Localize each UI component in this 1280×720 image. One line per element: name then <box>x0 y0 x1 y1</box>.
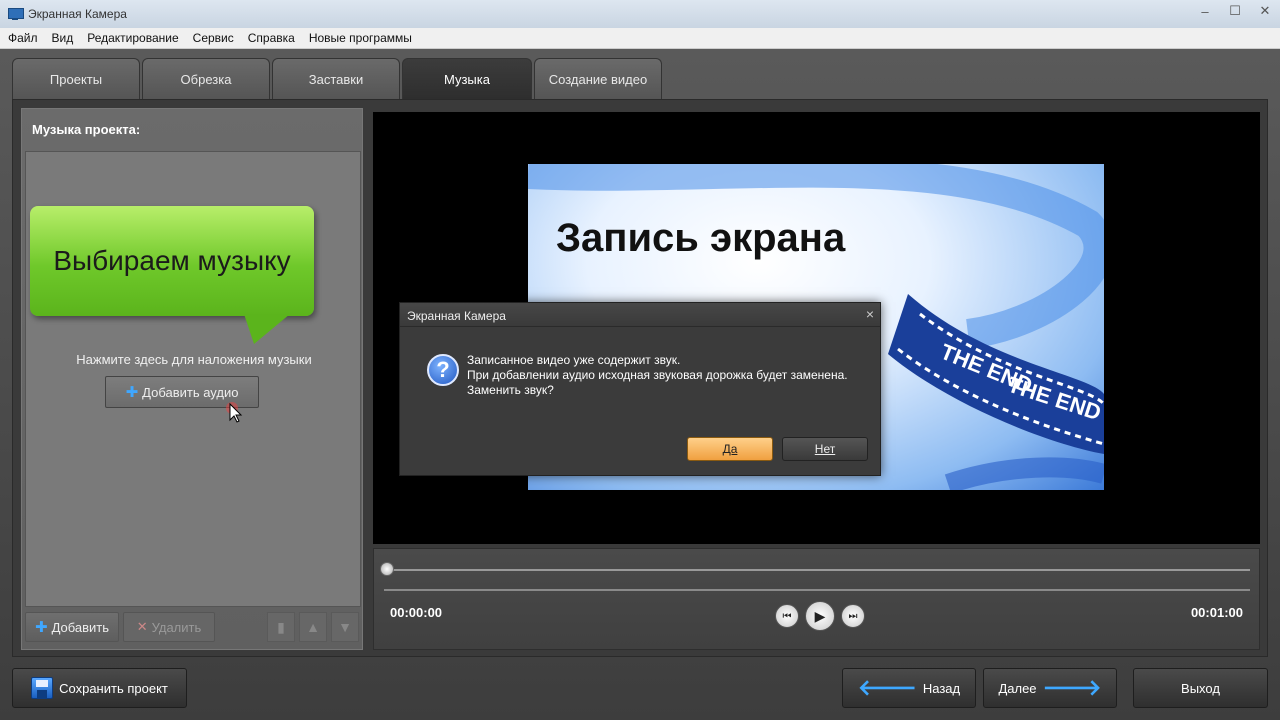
music-panel-heading: Музыка проекта: <box>32 122 141 137</box>
skip-back-icon[interactable]: ⏮ <box>775 604 799 628</box>
dialog-message-line: При добавлении аудио исходная звуковая д… <box>467 368 848 382</box>
move-down-icon[interactable]: ▼ <box>331 612 359 642</box>
dialog-message: Записанное видео уже содержит звук. При … <box>467 353 848 398</box>
seek-track[interactable] <box>384 569 1250 571</box>
player-controls: ⏮ ▶ ⏭ <box>772 601 868 631</box>
window-title: Экранная Камера <box>28 7 127 21</box>
question-icon: ? <box>427 354 459 386</box>
add-button[interactable]: ✚ Добавить <box>25 612 119 642</box>
progress-track <box>384 589 1250 591</box>
music-panel: Музыка проекта: Выбираем музыку Нажмите … <box>21 108 363 650</box>
tab-create-video[interactable]: Создание видео <box>534 58 662 99</box>
hint-bubble: Выбираем музыку <box>30 206 314 316</box>
delete-button-label: Удалить <box>151 619 202 635</box>
app-icon <box>8 8 24 20</box>
plus-icon: ✚ <box>34 619 48 636</box>
next-label: Далее <box>998 680 1037 696</box>
dialog-message-line: Заменить звук? <box>467 383 554 397</box>
bookmark-icon[interactable]: ▮ <box>267 612 295 642</box>
video-title: Запись экрана <box>556 216 846 260</box>
player-timeline: 00:00:00 ⏮ ▶ ⏭ 00:01:00 <box>373 548 1260 650</box>
menu-service[interactable]: Сервис <box>193 31 234 45</box>
replace-sound-dialog: Экранная Камера × ? Записанное видео уже… <box>399 302 881 476</box>
save-project-label: Сохранить проект <box>59 680 168 696</box>
play-icon[interactable]: ▶ <box>805 601 835 631</box>
menu-bar: Файл Вид Редактирование Сервис Справка Н… <box>0 28 1280 49</box>
menu-new-programs[interactable]: Новые программы <box>309 31 412 45</box>
bubble-text: Выбираем музыку <box>53 245 291 276</box>
bubble-tail <box>244 314 290 344</box>
tab-intros[interactable]: Заставки <box>272 58 400 99</box>
total-time: 00:01:00 <box>1190 605 1243 620</box>
music-hint-text: Нажмите здесь для наложения музыки <box>76 352 312 367</box>
menu-file[interactable]: Файл <box>8 31 38 45</box>
dialog-message-line: Записанное видео уже содержит звук. <box>467 353 681 367</box>
skip-forward-icon[interactable]: ⏭ <box>841 604 865 628</box>
tab-music[interactable]: Музыка <box>402 58 532 99</box>
save-project-button[interactable]: Сохранить проект <box>12 668 187 708</box>
back-button[interactable]: 🡐 Назад <box>842 668 976 708</box>
floppy-disk-icon <box>31 677 54 699</box>
no-button[interactable]: Нет <box>782 437 868 461</box>
back-label: Назад <box>922 680 961 696</box>
menu-help[interactable]: Справка <box>248 31 295 45</box>
window-titlebar: Экранная Камера – ☐ ✕ <box>0 0 1280 28</box>
delete-x-icon: ✕ <box>136 619 148 634</box>
music-list[interactable]: Выбираем музыку Нажмите здесь для наложе… <box>25 151 361 607</box>
tab-trim[interactable]: Обрезка <box>142 58 270 99</box>
arrow-left-icon: 🡐 <box>857 675 917 700</box>
yes-button[interactable]: Да <box>687 437 773 461</box>
music-panel-toolbar: ✚ Добавить ✕ Удалить ▮ ▲ ▼ <box>25 612 361 646</box>
exit-button[interactable]: Выход <box>1133 668 1268 708</box>
dialog-titlebar: Экранная Камера × <box>400 303 880 327</box>
maximize-button[interactable]: ☐ <box>1220 0 1250 22</box>
delete-button[interactable]: ✕ Удалить <box>123 612 215 642</box>
menu-view[interactable]: Вид <box>52 31 74 45</box>
close-window-button[interactable]: ✕ <box>1250 0 1280 22</box>
dialog-close-icon[interactable]: × <box>866 306 874 322</box>
mouse-cursor-icon <box>226 402 243 423</box>
dialog-title: Экранная Камера <box>407 309 506 323</box>
seek-slider-knob[interactable] <box>380 562 394 576</box>
minimize-button[interactable]: – <box>1190 0 1220 22</box>
tab-projects[interactable]: Проекты <box>12 58 140 99</box>
arrow-right-icon: 🡒 <box>1042 675 1102 700</box>
step-tabs: Проекты Обрезка Заставки Музыка Создание… <box>12 58 664 99</box>
current-time: 00:00:00 <box>390 605 443 620</box>
move-up-icon[interactable]: ▲ <box>299 612 327 642</box>
add-audio-label: Добавить аудио <box>142 384 239 400</box>
next-button[interactable]: Далее 🡒 <box>983 668 1117 708</box>
add-button-label: Добавить <box>51 619 110 635</box>
menu-edit[interactable]: Редактирование <box>87 31 178 45</box>
window-controls: – ☐ ✕ <box>1190 0 1280 22</box>
plus-icon: ✚ <box>125 384 139 401</box>
exit-label: Выход <box>1181 680 1220 696</box>
